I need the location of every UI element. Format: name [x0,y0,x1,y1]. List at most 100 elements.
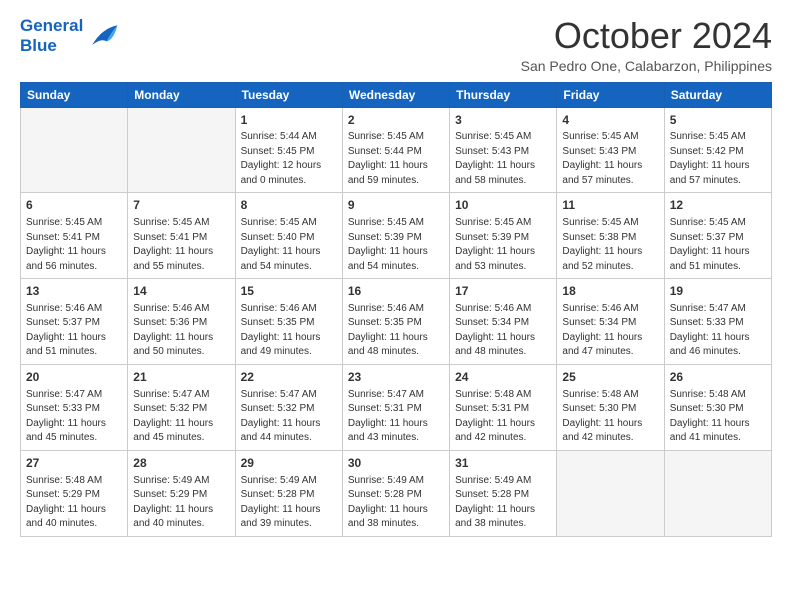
logo-bird-icon [85,18,121,54]
day-info: Sunrise: 5:47 AM Sunset: 5:32 PM Dayligh… [241,388,337,446]
day-number: 17 [455,283,551,300]
table-row: 20 Sunrise: 5:47 AM Sunset: 5:33 PM Dayli… [21,364,128,450]
day-info: Sunrise: 5:47 AM Sunset: 5:33 PM Dayligh… [26,388,122,446]
day-number: 30 [348,455,444,472]
title-block: October 2024 San Pedro One, Calabarzon, … [521,16,772,74]
day-info: Sunrise: 5:45 AM Sunset: 5:40 PM Dayligh… [241,216,337,274]
day-number: 14 [133,283,229,300]
day-number: 12 [670,197,766,214]
day-info: Sunrise: 5:49 AM Sunset: 5:28 PM Dayligh… [348,474,444,532]
table-row: 26Sunrise: 5:48 AM Sunset: 5:30 PM Dayli… [664,364,771,450]
day-number: 27 [26,455,122,472]
day-number: 26 [670,369,766,386]
table-row: 16 Sunrise: 5:46 AM Sunset: 5:35 PM Dayli… [342,279,449,365]
day-info: Sunrise: 5:49 AM Sunset: 5:29 PM Dayligh… [133,474,229,532]
day-info: Sunrise: 5:45 AM Sunset: 5:41 PM Dayligh… [26,216,122,274]
col-sunday: Sunday [21,82,128,107]
day-number: 29 [241,455,337,472]
day-info: Sunrise: 5:46 AM Sunset: 5:37 PM Dayligh… [26,302,122,360]
calendar-table: Sunday Monday Tuesday Wednesday Thursday… [20,82,772,537]
day-number: 28 [133,455,229,472]
table-row: 24 Sunrise: 5:48 AM Sunset: 5:31 PM Dayli… [450,364,557,450]
calendar-week-row: 13 Sunrise: 5:46 AM Sunset: 5:37 PM Dayli… [21,279,772,365]
col-friday: Friday [557,82,664,107]
table-row: 7 Sunrise: 5:45 AM Sunset: 5:41 PM Daylig… [128,193,235,279]
day-info: Sunrise: 5:45 AM Sunset: 5:39 PM Dayligh… [348,216,444,274]
day-number: 23 [348,369,444,386]
day-number: 8 [241,197,337,214]
calendar-week-row: 6 Sunrise: 5:45 AM Sunset: 5:41 PM Daylig… [21,193,772,279]
table-row [557,450,664,536]
day-info: Sunrise: 5:45 AM Sunset: 5:41 PM Dayligh… [133,216,229,274]
day-info: Sunrise: 5:45 AM Sunset: 5:43 PM Dayligh… [562,130,658,188]
day-info: Sunrise: 5:46 AM Sunset: 5:35 PM Dayligh… [348,302,444,360]
day-info: Sunrise: 5:48 AM Sunset: 5:29 PM Dayligh… [26,474,122,532]
table-row: 17Sunrise: 5:46 AM Sunset: 5:34 PM Dayli… [450,279,557,365]
logo: General Blue [20,16,121,55]
day-number: 10 [455,197,551,214]
day-number: 31 [455,455,551,472]
day-number: 6 [26,197,122,214]
table-row: 4Sunrise: 5:45 AM Sunset: 5:43 PM Daylig… [557,107,664,193]
subtitle: San Pedro One, Calabarzon, Philippines [521,58,772,74]
table-row [21,107,128,193]
day-number: 4 [562,112,658,129]
col-thursday: Thursday [450,82,557,107]
table-row: 19Sunrise: 5:47 AM Sunset: 5:33 PM Dayli… [664,279,771,365]
table-row: 12 Sunrise: 5:45 AM Sunset: 5:37 PM Dayli… [664,193,771,279]
table-row: 6 Sunrise: 5:45 AM Sunset: 5:41 PM Daylig… [21,193,128,279]
table-row: 29Sunrise: 5:49 AM Sunset: 5:28 PM Dayli… [235,450,342,536]
col-wednesday: Wednesday [342,82,449,107]
table-row [128,107,235,193]
day-info: Sunrise: 5:45 AM Sunset: 5:42 PM Dayligh… [670,130,766,188]
day-info: Sunrise: 5:47 AM Sunset: 5:31 PM Dayligh… [348,388,444,446]
calendar-week-row: 20 Sunrise: 5:47 AM Sunset: 5:33 PM Dayli… [21,364,772,450]
day-info: Sunrise: 5:49 AM Sunset: 5:28 PM Dayligh… [455,474,551,532]
day-number: 11 [562,197,658,214]
table-row: 22 Sunrise: 5:47 AM Sunset: 5:32 PM Dayli… [235,364,342,450]
table-row: 14Sunrise: 5:46 AM Sunset: 5:36 PM Dayli… [128,279,235,365]
table-row: 13 Sunrise: 5:46 AM Sunset: 5:37 PM Dayli… [21,279,128,365]
day-number: 16 [348,283,444,300]
day-number: 5 [670,112,766,129]
table-row: 15 Sunrise: 5:46 AM Sunset: 5:35 PM Dayli… [235,279,342,365]
table-row: 21Sunrise: 5:47 AM Sunset: 5:32 PM Dayli… [128,364,235,450]
col-monday: Monday [128,82,235,107]
table-row: 25Sunrise: 5:48 AM Sunset: 5:30 PM Dayli… [557,364,664,450]
table-row: 3Sunrise: 5:45 AM Sunset: 5:43 PM Daylig… [450,107,557,193]
day-number: 9 [348,197,444,214]
day-number: 15 [241,283,337,300]
day-number: 25 [562,369,658,386]
table-row [664,450,771,536]
table-row: 31 Sunrise: 5:49 AM Sunset: 5:28 PM Dayli… [450,450,557,536]
day-number: 3 [455,112,551,129]
logo-line1: General [20,16,83,36]
table-row: 30 Sunrise: 5:49 AM Sunset: 5:28 PM Dayli… [342,450,449,536]
day-number: 19 [670,283,766,300]
day-info: Sunrise: 5:45 AM Sunset: 5:44 PM Dayligh… [348,130,444,188]
day-info: Sunrise: 5:47 AM Sunset: 5:32 PM Dayligh… [133,388,229,446]
calendar-header-row: Sunday Monday Tuesday Wednesday Thursday… [21,82,772,107]
page-header: General Blue October 2024 San Pedro One,… [20,16,772,74]
day-number: 2 [348,112,444,129]
table-row: 8 Sunrise: 5:45 AM Sunset: 5:40 PM Daylig… [235,193,342,279]
table-row: 2Sunrise: 5:45 AM Sunset: 5:44 PM Daylig… [342,107,449,193]
day-info: Sunrise: 5:45 AM Sunset: 5:37 PM Dayligh… [670,216,766,274]
table-row: 18Sunrise: 5:46 AM Sunset: 5:34 PM Dayli… [557,279,664,365]
day-number: 22 [241,369,337,386]
logo-line2: Blue [20,36,83,56]
day-info: Sunrise: 5:46 AM Sunset: 5:35 PM Dayligh… [241,302,337,360]
table-row: 5Sunrise: 5:45 AM Sunset: 5:42 PM Daylig… [664,107,771,193]
day-number: 1 [241,112,337,129]
day-number: 20 [26,369,122,386]
day-number: 24 [455,369,551,386]
day-info: Sunrise: 5:44 AM Sunset: 5:45 PM Dayligh… [241,130,337,188]
col-saturday: Saturday [664,82,771,107]
calendar-week-row: 27 Sunrise: 5:48 AM Sunset: 5:29 PM Dayli… [21,450,772,536]
col-tuesday: Tuesday [235,82,342,107]
day-info: Sunrise: 5:45 AM Sunset: 5:39 PM Dayligh… [455,216,551,274]
day-number: 7 [133,197,229,214]
day-info: Sunrise: 5:48 AM Sunset: 5:31 PM Dayligh… [455,388,551,446]
day-number: 18 [562,283,658,300]
day-number: 13 [26,283,122,300]
